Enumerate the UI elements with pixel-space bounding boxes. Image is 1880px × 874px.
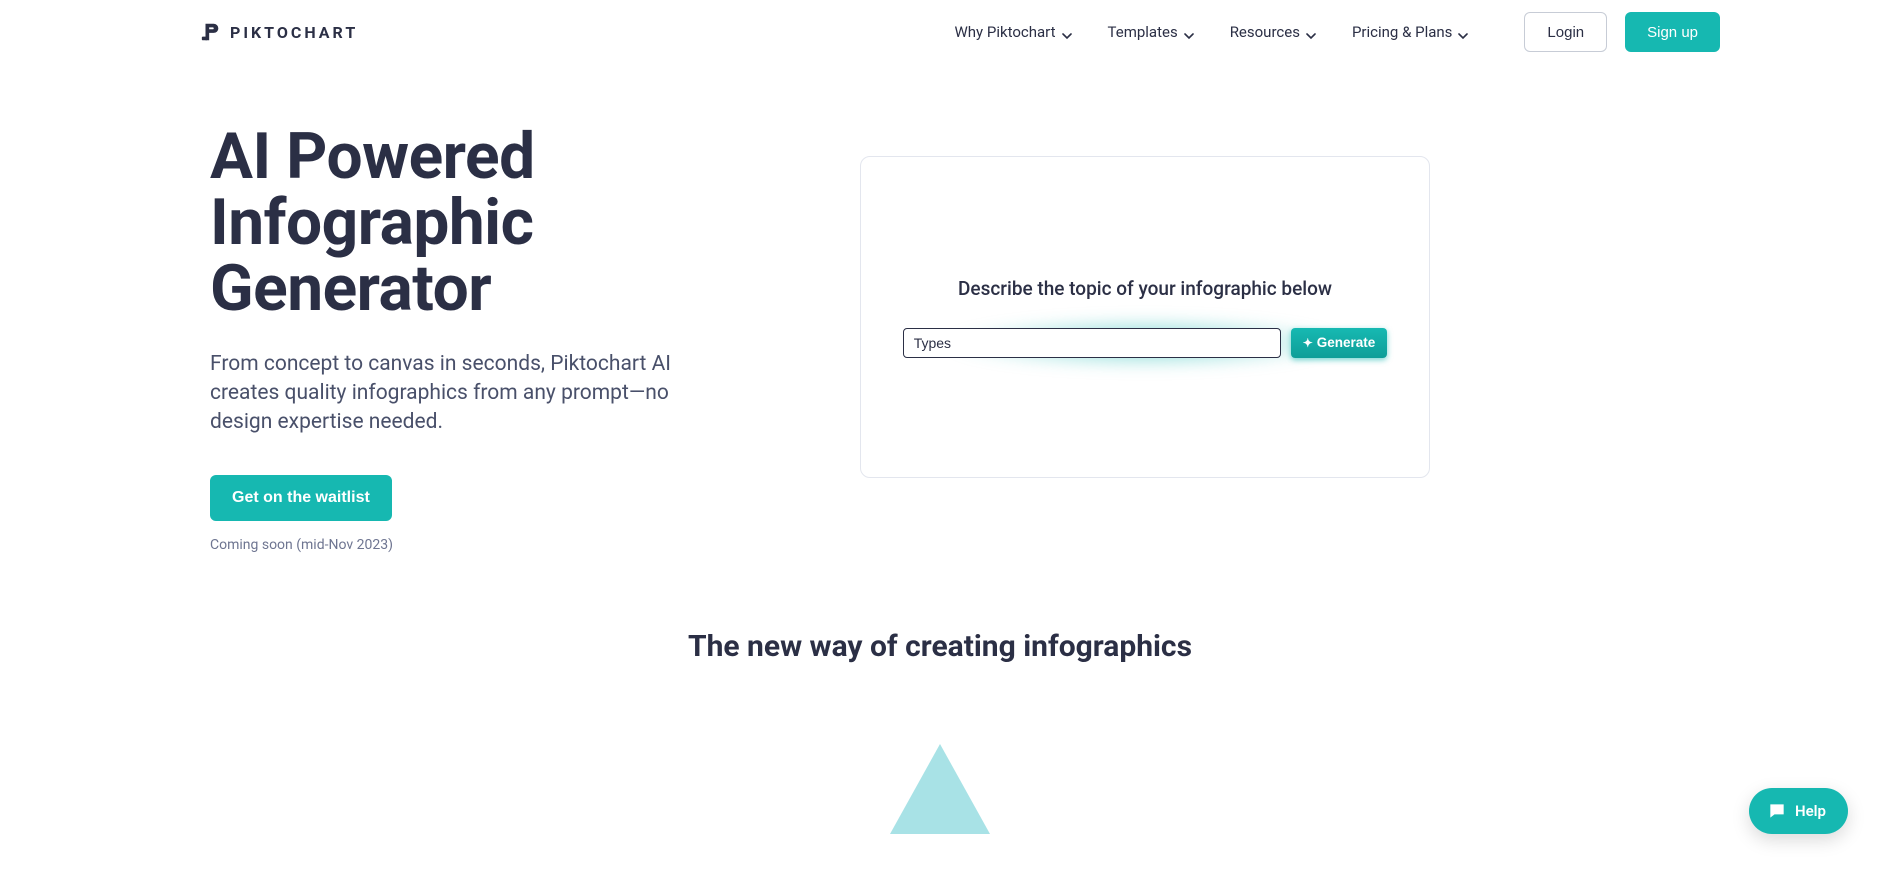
generator-row: ✦ Generate bbox=[903, 328, 1388, 358]
sparkle-icon: ✦ bbox=[1303, 336, 1313, 350]
chevron-down-icon bbox=[1306, 27, 1316, 37]
chevron-down-icon bbox=[1458, 27, 1468, 37]
topic-input[interactable] bbox=[903, 328, 1281, 358]
help-label: Help bbox=[1795, 802, 1826, 820]
section-title: The new way of creating infographics bbox=[0, 629, 1880, 664]
site-header: PIKTOCHART Why Piktochart Templates Reso bbox=[0, 0, 1880, 64]
signup-button[interactable]: Sign up bbox=[1625, 12, 1720, 52]
hero-section: AI Powered Infographic Generator From co… bbox=[0, 64, 1880, 553]
waitlist-button[interactable]: Get on the waitlist bbox=[210, 475, 392, 521]
nav-why-piktochart[interactable]: Why Piktochart bbox=[954, 23, 1071, 41]
brand[interactable]: PIKTOCHART bbox=[200, 21, 358, 43]
generator-prompt-title: Describe the topic of your infographic b… bbox=[958, 277, 1332, 300]
nav-label: Resources bbox=[1230, 23, 1300, 41]
generate-button[interactable]: ✦ Generate bbox=[1291, 328, 1388, 358]
section-new-way: The new way of creating infographics bbox=[0, 629, 1880, 834]
main-nav: Why Piktochart Templates Resources bbox=[954, 23, 1468, 41]
hero-copy: AI Powered Infographic Generator From co… bbox=[210, 124, 770, 553]
nav-resources[interactable]: Resources bbox=[1230, 23, 1316, 41]
brand-logo-icon bbox=[200, 21, 222, 43]
coming-soon-note: Coming soon (mid-Nov 2023) bbox=[210, 537, 770, 553]
nav-label: Templates bbox=[1108, 23, 1178, 41]
nav-pricing[interactable]: Pricing & Plans bbox=[1352, 23, 1468, 41]
auth-actions: Login Sign up bbox=[1524, 12, 1720, 52]
generator-panel: Describe the topic of your infographic b… bbox=[860, 156, 1430, 478]
hero-title: AI Powered Infographic Generator bbox=[210, 124, 770, 322]
nav-templates[interactable]: Templates bbox=[1108, 23, 1194, 41]
nav-label: Why Piktochart bbox=[954, 23, 1055, 41]
hero-subtitle: From concept to canvas in seconds, Pikto… bbox=[210, 350, 700, 437]
chevron-down-icon bbox=[1062, 27, 1072, 37]
help-fab[interactable]: Help bbox=[1749, 788, 1848, 834]
hero-title-line: Generator bbox=[210, 251, 491, 326]
generate-button-label: Generate bbox=[1317, 335, 1376, 350]
hero-title-line: AI Powered bbox=[210, 119, 535, 194]
nav-label: Pricing & Plans bbox=[1352, 23, 1452, 41]
triangle-decoration bbox=[890, 744, 990, 834]
hero-title-line: Infographic bbox=[210, 185, 533, 260]
brand-name: PIKTOCHART bbox=[230, 23, 358, 42]
hero-demo: Describe the topic of your infographic b… bbox=[860, 156, 1430, 478]
chevron-down-icon bbox=[1184, 27, 1194, 37]
chat-icon bbox=[1767, 801, 1787, 821]
login-button[interactable]: Login bbox=[1524, 12, 1607, 52]
